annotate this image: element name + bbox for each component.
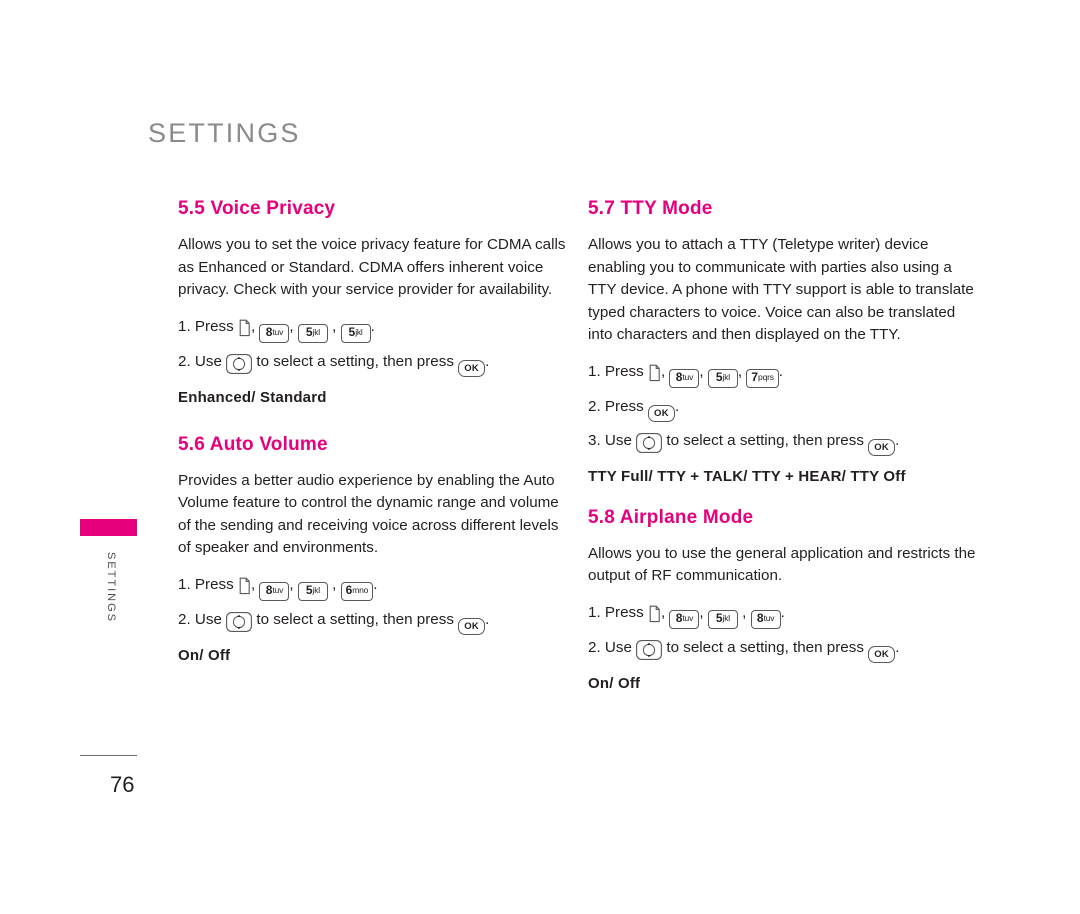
key-8-tuv: 8tuv [669,609,700,629]
page-title: SETTINGS [148,118,301,148]
step-comma: , [250,575,256,593]
section-heading-voice-privacy: 5.5 Voice Privacy [178,198,336,219]
navigation-key-icon [636,639,663,660]
step-label: 3. Use [588,431,632,449]
section-body-tty-mode: Allows you to attach a TTY (Teletype wri… [588,236,974,343]
step-label: 2. Use [588,638,632,656]
section-body-auto-volume: Provides a better audio experience by en… [178,471,559,557]
key-ok: OK [868,438,896,456]
step-press-tty-mode: 1. Press , 8tuv, 5jkl, 7pqrs. [588,357,978,388]
step-comma: , [250,317,256,335]
navigation-key-icon [636,432,663,453]
manual-page: SETTINGS SETTINGS 76 5.5 Voice Privacy A… [0,0,1080,914]
side-tab-label: SETTINGS [105,552,117,624]
footer-divider [80,755,137,756]
step-press-ok-tty-mode: 2. Press OK. [588,392,978,422]
key-8-tuv: 8tuv [259,323,290,343]
step-text: to select a setting, then press [666,638,864,656]
options-auto-volume: On/ Off [178,646,231,664]
step-label: 1. Press [178,317,234,335]
step-text: to select a setting, then press [256,352,454,370]
page-number: 76 [110,772,135,797]
step-period: . [674,397,680,415]
step-press-voice-privacy: 1. Press , 8tuv, 5jkl , 5jkl. [178,312,568,343]
step-label: 1. Press [178,575,234,593]
key-5-jkl: 5jkl [297,323,328,343]
step-press-airplane-mode: 1. Press , 8tuv, 5jkl , 8tuv. [588,598,978,629]
right-column: 5.7 TTY Mode Allows you to attach a TTY … [588,198,978,692]
key-5-jkl: 5jkl [707,368,738,388]
options-tty-mode: TTY Full/ TTY + TALK/ TTY + HEAR/ TTY Of… [588,467,906,485]
section-heading-airplane-mode: 5.8 Airplane Mode [588,506,754,528]
step-use-airplane-mode: 2. Use to select a setting, then press O… [588,633,978,663]
key-8-tuv: 8tuv [750,609,781,629]
step-comma: , [660,603,666,621]
navigation-key-icon [226,611,253,632]
step-period: . [895,431,900,449]
section-body-voice-privacy: Allows you to set the voice privacy feat… [178,236,566,298]
menu-key-icon [648,605,661,623]
step-period: . [373,575,378,593]
key-6-mno: 6mno [340,581,374,601]
step-comma: , [699,603,704,621]
key-ok: OK [458,617,486,635]
menu-key-icon [238,577,251,595]
menu-key-icon [648,364,661,382]
section-heading-tty-mode: 5.7 TTY Mode [588,198,713,219]
step-label: 2. Use [178,610,222,628]
step-label: 2. Use [178,352,222,370]
step-period: . [780,603,785,621]
step-comma: , [699,362,704,380]
key-5-jkl: 5jkl [340,323,371,343]
step-label: 1. Press [588,362,644,380]
key-8-tuv: 8tuv [259,581,290,601]
step-text: to select a setting, then press [256,610,454,628]
step-use-voice-privacy: 2. Use to select a setting, then press O… [178,347,568,377]
step-label: 2. Press [588,397,644,415]
section-heading-auto-volume: 5.6 Auto Volume [178,433,328,455]
key-ok: OK [868,645,896,663]
step-period: . [370,317,375,335]
step-comma: , [660,362,666,380]
step-comma: , [289,575,294,593]
step-use-auto-volume: 2. Use to select a setting, then press O… [178,605,568,635]
options-airplane-mode: On/ Off [588,674,641,692]
section-body-airplane-mode: Allows you to use the general applicatio… [588,544,976,585]
menu-key-icon [238,319,251,337]
side-tab-marker [80,519,137,536]
navigation-key-icon [226,353,253,374]
step-period: . [778,362,784,380]
step-period: . [485,610,490,628]
step-comma: , [289,317,294,335]
step-period: . [485,352,490,370]
step-use-tty-mode: 3. Use to select a setting, then press O… [588,426,978,456]
key-7-pqrs: 7pqrs [746,368,779,388]
step-period: . [895,638,900,656]
key-5-jkl: 5jkl [297,581,328,601]
key-ok: OK [647,404,675,422]
step-press-auto-volume: 1. Press , 8tuv, 5jkl , 6mno. [178,570,568,601]
options-voice-privacy: Enhanced/ Standard [178,388,327,406]
key-8-tuv: 8tuv [669,368,700,388]
key-ok: OK [458,359,486,377]
key-5-jkl: 5jkl [707,609,738,629]
step-text: to select a setting, then press [666,431,864,449]
step-label: 1. Press [588,603,644,621]
left-column: 5.5 Voice Privacy Allows you to set the … [178,198,568,664]
step-comma: , [737,362,743,380]
